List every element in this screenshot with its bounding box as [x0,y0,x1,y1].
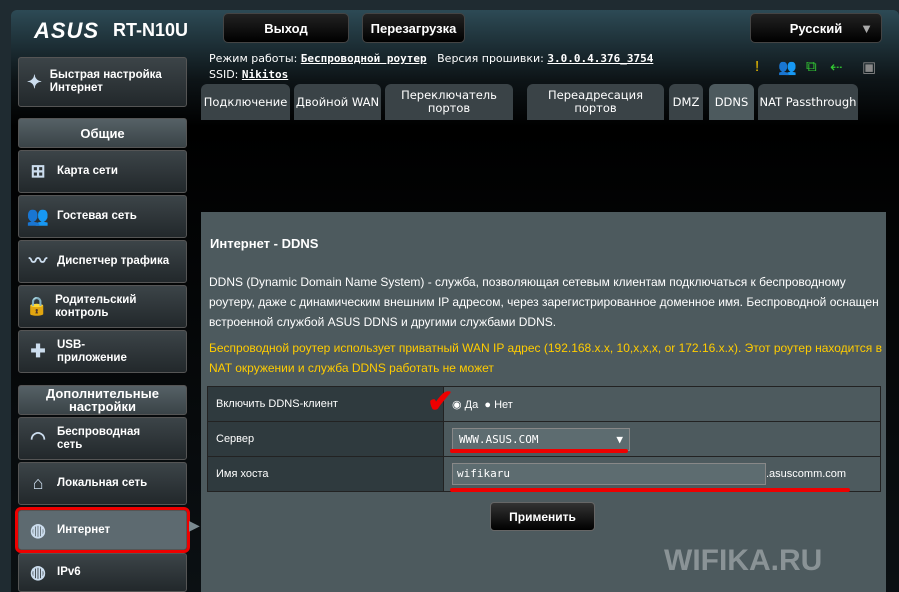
ddns-panel: Интернет - DDNS DDNS (Dynamic Domain Nam… [201,212,886,592]
enable-no-radio[interactable]: ● Нет [484,399,512,411]
sidebar-item-wireless[interactable]: ◠ Беспроводная сеть [18,417,187,460]
tab-nat-passthrough[interactable]: NAT Passthrough [758,84,858,120]
ipv6-globe-icon: ◍ [30,562,46,582]
sidebar-item-label: Диспетчер трафика [57,255,170,267]
selected-arrow-icon: ▶ [189,517,200,533]
sidebar-item-label: Беспроводная сеть [57,425,141,451]
tab-dmz[interactable]: DMZ [669,84,703,120]
sidebar-header-general: Общие [18,118,187,148]
asus-logo: ASUS [34,18,100,43]
dropdown-arrow-icon: ▼ [616,432,623,446]
sidebar-item-ipv6[interactable]: ◍ IPv6 [18,553,187,592]
home-icon: ⌂ [32,473,44,493]
sidebar-item-network-map[interactable]: ⊞ Карта сети [18,150,187,193]
page-title: Интернет - DDNS [210,236,319,251]
sidebar-header-advanced: Дополнительные настройки [18,385,187,415]
usb-icon[interactable]: ⇠ [830,58,843,76]
table-row: Имя хоста wifikaru .asuscomm.com [207,456,881,492]
mode-link[interactable]: Беспроводной роутер [301,52,427,65]
sidebar-item-guest-network[interactable]: 👥 Гостевая сеть [18,195,187,238]
hostname-suffix: .asuscomm.com [766,467,847,480]
hostname-input[interactable]: wifikaru [452,463,766,485]
description: DDNS (Dynamic Domain Name System) - служ… [209,275,879,329]
mode-label: Режим работы: [209,52,298,65]
ssid-info: SSID: Nikitos [209,68,288,81]
table-row: Включить DDNS-клиент ◉ Да ● Нет [207,386,881,422]
sidebar-item-internet[interactable]: ◍ Интернет [15,507,190,553]
fw-link[interactable]: 3.0.0.4.376_3754 [547,52,653,65]
network-map-icon: ⊞ [30,161,46,181]
sidebar-item-label: Быстрая настройка Интернет [49,69,162,94]
wifi-icon: ◠ [30,428,46,448]
globe-icon: ◍ [30,519,46,540]
tab-port-forwarding[interactable]: Переадресация портов [527,84,664,120]
apply-button[interactable]: Применить [490,502,595,531]
ssid-label: SSID: [209,68,239,81]
nat-warning: Беспроводной роутер использует приватный… [209,341,882,375]
tab-dual-wan[interactable]: Двойной WAN [294,84,381,120]
sidebar-item-label: Карта сети [57,165,118,177]
sidebar-item-label: USB-приложение [57,338,127,364]
sidebar-item-lan[interactable]: ⌂ Локальная сеть [18,462,187,505]
clients-icon[interactable]: 👥 [778,58,797,76]
network-icon[interactable]: ⧉ [806,58,817,75]
watermark: WIFIKA.RU [664,544,823,577]
server-value: WWW.ASUS.COM [459,432,539,446]
sidebar-item-label: Интернет [57,523,111,536]
sidebar-item-label: Локальная сеть [57,477,148,489]
reboot-button[interactable]: Перезагрузка [362,13,465,43]
traffic-icon: 〰 [29,251,47,271]
sidebar-item-usb-app[interactable]: ✚ USB-приложение [18,330,187,373]
tab-ddns[interactable]: DDNS [709,84,754,120]
enable-label: Включить DDNS-клиент [207,386,444,422]
sidebar-item-label: Гостевая сеть [57,210,137,222]
language-select[interactable]: Русский ▼ [750,13,882,43]
checkmark-annotation-icon: ✔ [427,383,454,419]
hostname-label: Имя хоста [207,456,444,492]
enable-yes-radio[interactable]: ◉ Да [452,399,478,411]
sidebar-quick-setup[interactable]: ✦ Быстрая настройка Интернет [18,57,187,107]
fw-label: Версия прошивки: [437,52,544,65]
chevron-down-icon: ▼ [860,20,873,36]
server-select[interactable]: WWW.ASUS.COM ▼ [452,427,630,451]
mode-info: Режим работы: Беспроводной роутер Версия… [209,52,653,65]
language-label: Русский [789,20,843,36]
lock-icon: 🔒 [25,296,49,316]
puzzle-icon: ✚ [30,341,46,361]
logout-button[interactable]: Выход [223,13,349,43]
sidebar-item-traffic-manager[interactable]: 〰 Диспетчер трафика [18,240,187,283]
ssid-link[interactable]: Nikitos [242,68,288,81]
guests-icon: 👥 [26,206,50,226]
tab-port-switch[interactable]: Переключатель портов [385,84,513,120]
magic-wand-icon: ✦ [26,71,42,92]
server-label: Сервер [207,421,444,457]
sidebar-item-label: Родительский контроль [55,293,137,319]
ddns-settings-table: Включить DDNS-клиент ◉ Да ● Нет Сервер WW… [207,386,881,492]
tab-connection[interactable]: Подключение [201,84,290,120]
highlight-underline [450,449,628,453]
highlight-underline [450,488,850,492]
sidebar-item-parental-control[interactable]: 🔒 Родительский контроль [18,285,187,328]
model-name: RT-N10U [113,20,189,40]
yes-label: Да [464,398,479,411]
sidebar-item-label: IPv6 [57,566,81,578]
printer-icon[interactable]: ▣ [862,58,876,76]
no-label: Нет [494,398,513,411]
warning-icon[interactable]: ! [755,58,759,75]
